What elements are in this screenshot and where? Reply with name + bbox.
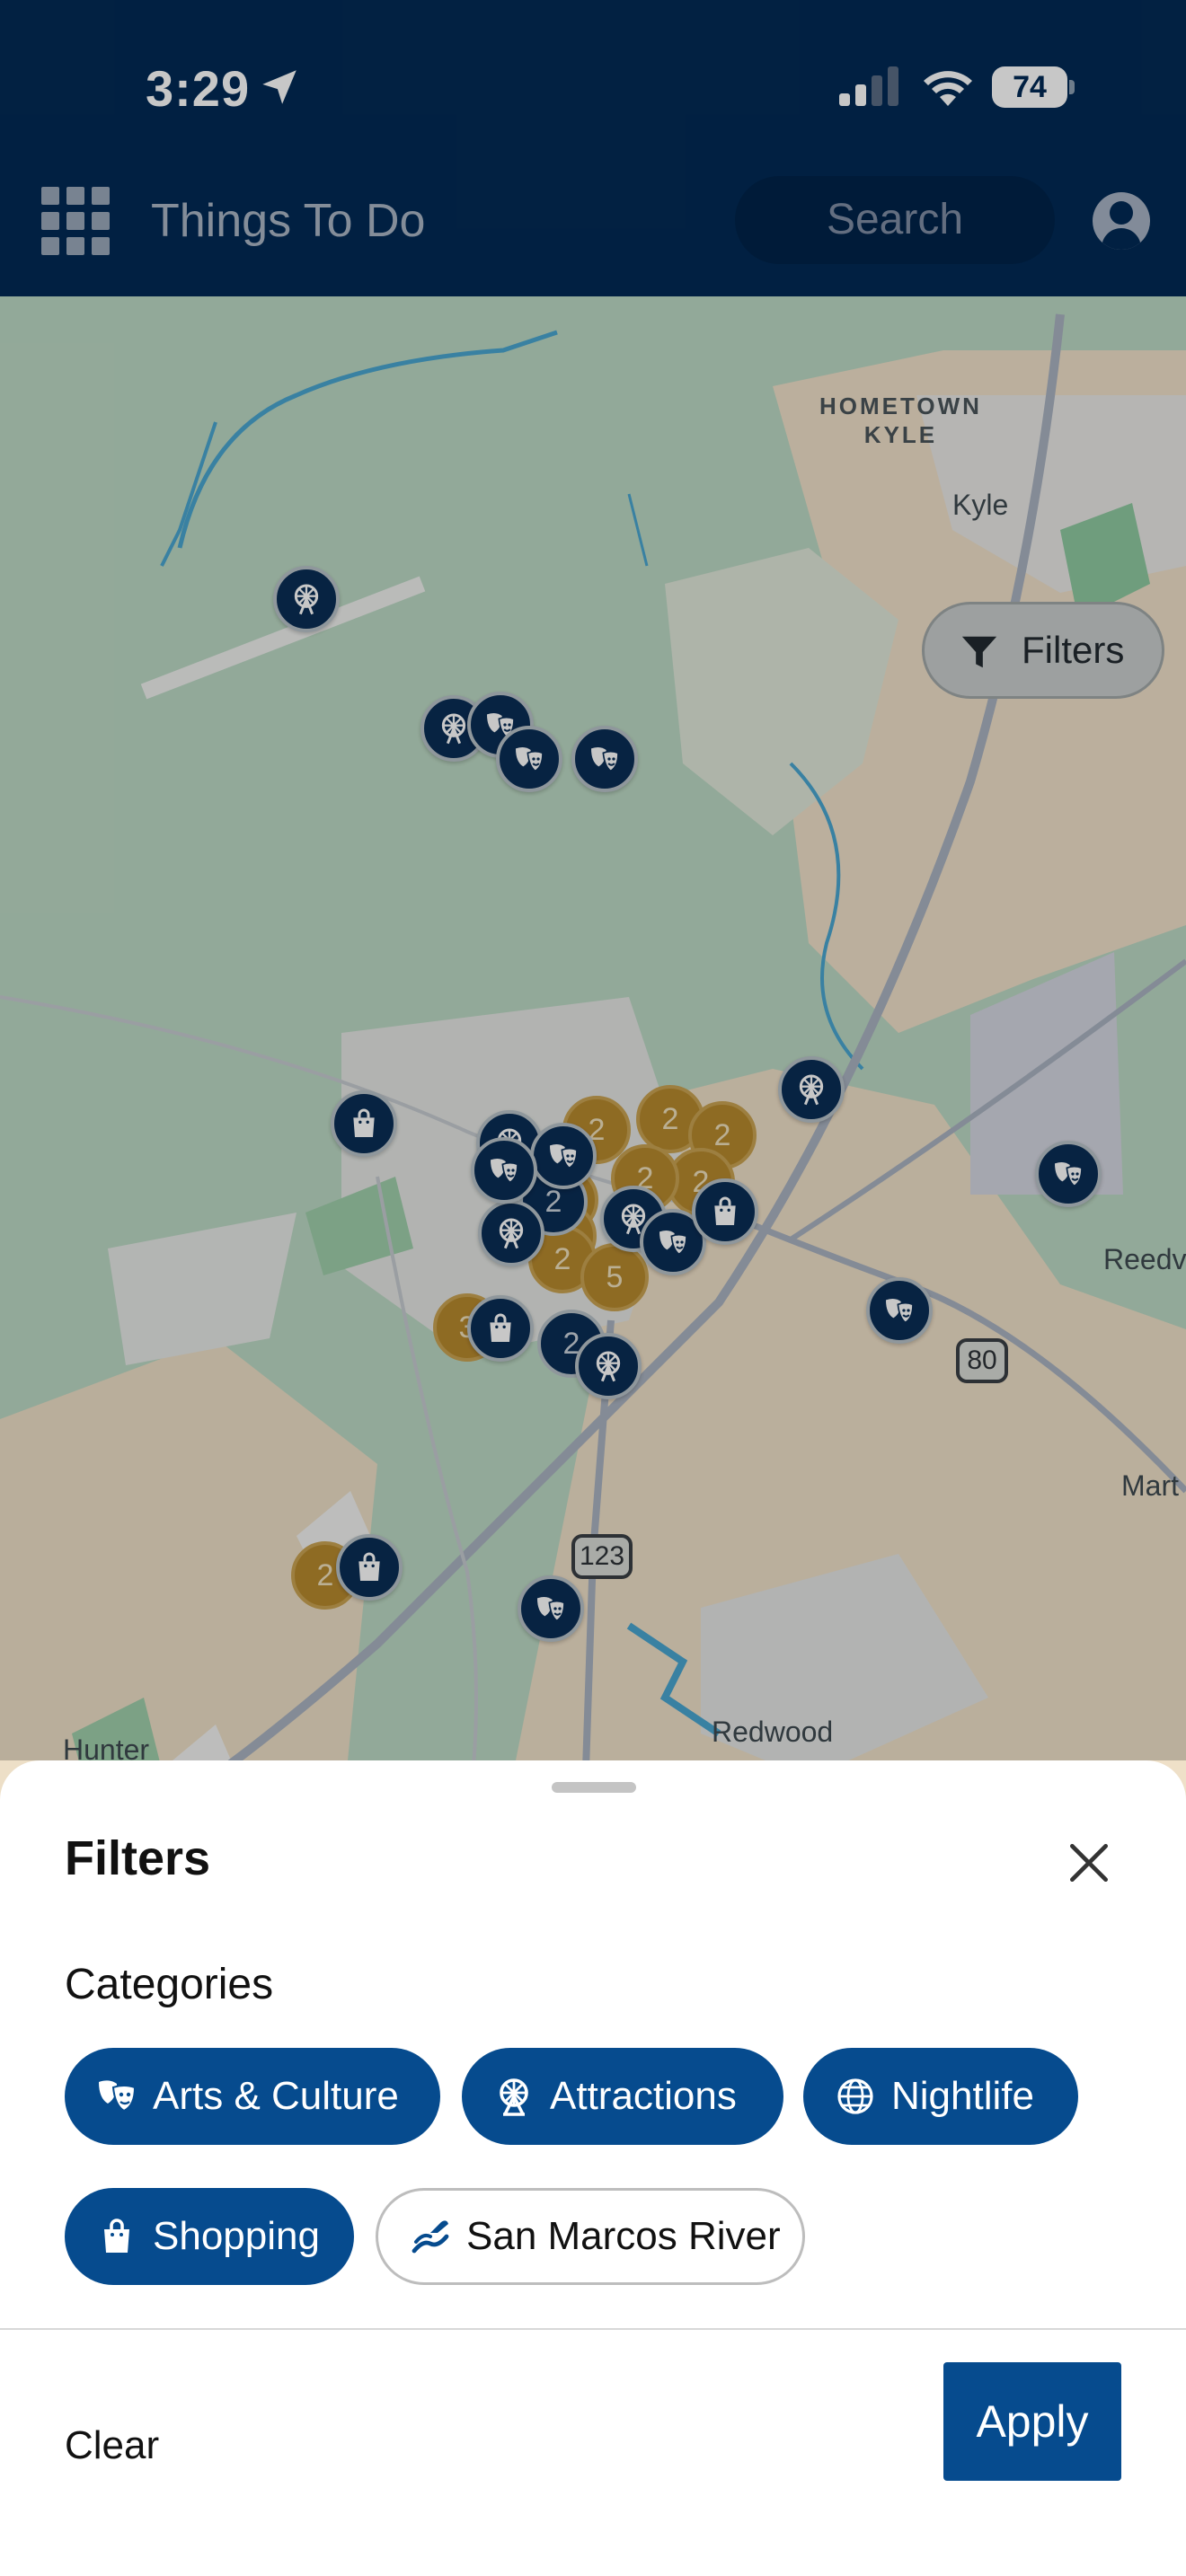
map-label-redwood: Redwood (712, 1716, 834, 1748)
shopping-bag-icon (358, 1552, 380, 1581)
ferris-wheel-icon (499, 1218, 524, 1249)
map-pin-arts-culture[interactable] (471, 1137, 537, 1204)
map-base (0, 296, 1186, 1823)
map-pin-arts-culture[interactable] (496, 726, 562, 792)
map-filters-button[interactable]: Filters (922, 602, 1164, 699)
theater-masks-icon (550, 1144, 578, 1169)
wifi-icon (924, 71, 972, 106)
route-123-shield: 123 (571, 1534, 633, 1579)
map-label-reedv: Reedv (1103, 1243, 1186, 1275)
category-chip-nightlife[interactable]: Nightlife (803, 2048, 1078, 2145)
map-label-mart: Mart (1121, 1469, 1179, 1502)
shopping-bag-icon (490, 1313, 511, 1342)
battery-level: 74 (992, 66, 1067, 108)
chip-label: Attractions (550, 2074, 737, 2118)
theater-masks-icon (591, 747, 619, 772)
map-pin-attraction[interactable] (478, 1200, 544, 1266)
category-chip-san-marcos-river[interactable]: San Marcos River (376, 2188, 805, 2285)
map-pin-shopping[interactable] (467, 1295, 534, 1362)
ferris-wheel-icon (294, 584, 319, 615)
map-pin-arts-culture[interactable] (571, 726, 638, 792)
categories-heading: Categories (65, 1961, 274, 2008)
status-time: 3:29 (146, 60, 251, 117)
theater-masks-icon (537, 1597, 565, 1622)
ferris-wheel-icon (500, 2078, 528, 2116)
map-label-hometown-kyle: HOMETOWN KYLE (819, 393, 982, 448)
shopping-bag-icon (104, 2219, 129, 2253)
map-pin-shopping[interactable] (336, 1534, 403, 1601)
map-pin-arts-culture[interactable] (866, 1277, 933, 1344)
close-icon[interactable] (1064, 1838, 1114, 1888)
map-pin-attraction[interactable] (575, 1333, 642, 1399)
search-input[interactable]: Search (735, 176, 1055, 264)
apply-button[interactable]: Apply (943, 2362, 1121, 2481)
map-pin-attraction[interactable] (778, 1056, 845, 1123)
river-icon (412, 2220, 449, 2254)
map-pin-arts-culture[interactable] (530, 1123, 597, 1189)
theater-masks-icon (491, 1159, 518, 1184)
theater-masks-icon (1055, 1162, 1083, 1187)
chip-label: Arts & Culture (153, 2074, 399, 2118)
theater-masks-icon (99, 2080, 137, 2113)
map-pin-shopping[interactable] (331, 1090, 397, 1157)
theater-masks-icon (659, 1231, 687, 1256)
shopping-bag-icon (714, 1196, 736, 1225)
theater-masks-icon (886, 1299, 914, 1324)
category-chip-shopping[interactable]: Shopping (65, 2188, 354, 2285)
shopping-bag-icon (353, 1108, 375, 1137)
route-80-shield: 80 (956, 1338, 1008, 1383)
map-pin-shopping[interactable] (692, 1178, 758, 1245)
sheet-title: Filters (65, 1831, 211, 1885)
chip-label: Nightlife (891, 2074, 1034, 2118)
page-title: Things To Do (151, 195, 426, 247)
map-label-kyle: Kyle (952, 489, 1009, 521)
footer-divider (0, 2328, 1186, 2330)
map-pin-arts-culture[interactable] (518, 1575, 584, 1642)
category-chip-attractions[interactable]: Attractions (462, 2048, 783, 2145)
map-view[interactable]: HOMETOWN KYLE Kyle Reedv Mart Hunter Red… (0, 296, 1186, 1823)
chip-label: Shopping (153, 2214, 320, 2258)
map-cluster[interactable]: 5 (580, 1243, 649, 1311)
theater-masks-icon (516, 747, 544, 772)
map-pin-attraction[interactable] (273, 566, 340, 632)
location-arrow-icon (262, 70, 296, 104)
category-chip-arts-culture[interactable]: Arts & Culture (65, 2048, 440, 2145)
clear-button[interactable]: Clear (65, 2423, 159, 2468)
grid-menu-icon[interactable] (41, 187, 110, 255)
sheet-grabber[interactable] (552, 1782, 636, 1793)
filters-sheet: Filters Categories Arts & Culture Attrac… (0, 1760, 1186, 2576)
cellular-signal-icon (839, 66, 898, 106)
chip-label: San Marcos River (466, 2214, 781, 2258)
battery-icon: 74 (992, 66, 1075, 108)
ferris-wheel-icon (596, 1351, 621, 1382)
account-icon[interactable] (1093, 192, 1150, 250)
app-header: 3:29 74 Things To Do Search (0, 0, 1186, 296)
map-filters-label: Filters (1022, 629, 1125, 671)
globe-icon (837, 2078, 873, 2114)
ferris-wheel-icon (799, 1074, 824, 1106)
map-pin-arts-culture[interactable] (1035, 1141, 1102, 1207)
ferris-wheel-icon (441, 713, 466, 745)
filter-icon (961, 636, 997, 668)
